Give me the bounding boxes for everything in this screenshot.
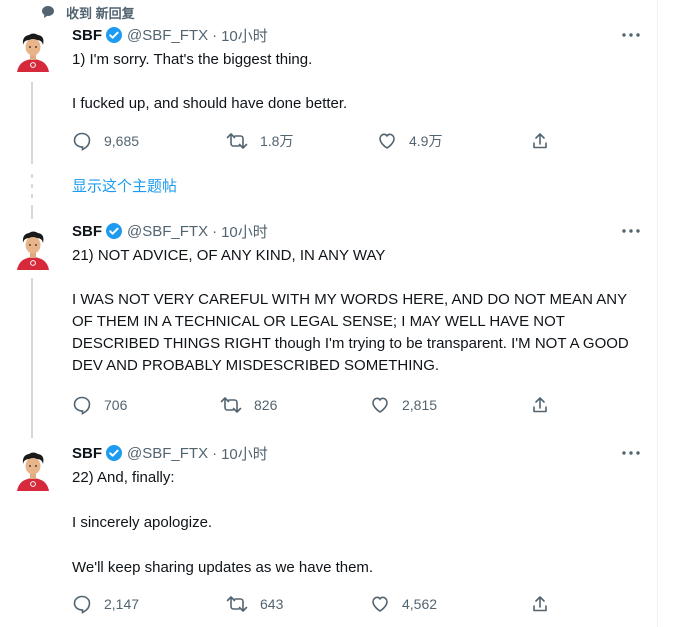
separator: · (212, 222, 218, 240)
verified-badge-icon (105, 222, 123, 240)
author-handle[interactable]: @SBF_FTX (127, 445, 208, 462)
timestamp[interactable]: 10小时 (221, 25, 268, 46)
reply-icon (73, 132, 91, 151)
thread-line (31, 205, 33, 219)
thread-line (31, 278, 33, 438)
like-button[interactable]: 2,815 (370, 395, 437, 415)
tweet-paragraph: I WAS NOT VERY CAREFUL WITH MY WORDS HER… (72, 291, 629, 374)
verified-badge-icon (105, 26, 123, 44)
tweet-paragraph: We'll keep sharing updates as we have th… (72, 559, 374, 576)
tweet-paragraph: 22) And, finally: (72, 469, 175, 486)
reply-count: 9,685 (104, 133, 140, 149)
tweet-paragraph: I fucked up, and should have done better… (72, 95, 348, 112)
retweet-icon (220, 397, 242, 413)
like-count: 2,815 (402, 397, 438, 413)
reply-icon (73, 396, 91, 415)
retweet-button[interactable]: 643 (226, 594, 283, 614)
thread-gap-dot (31, 174, 33, 178)
like-button[interactable]: 4,562 (370, 594, 437, 614)
reply-context: 收到 新回复 (40, 2, 135, 22)
tweet-text: 1) I'm sorry. That's the biggest thing. … (72, 49, 642, 115)
more-options-icon[interactable] (620, 25, 642, 45)
avatar[interactable] (15, 451, 51, 491)
like-count: 4,562 (402, 596, 438, 612)
heart-icon (379, 133, 395, 149)
tweet-text: 22) And, finally: I sincerely apologize.… (72, 467, 642, 579)
reply-icon (73, 595, 91, 614)
verified-badge-icon (105, 444, 123, 462)
share-icon[interactable] (530, 594, 550, 614)
author-name[interactable]: SBF (72, 223, 102, 240)
separator: · (212, 444, 218, 462)
avatar[interactable] (15, 230, 51, 270)
like-count: 4.9万 (409, 133, 443, 149)
more-options-icon[interactable] (620, 221, 642, 241)
thread-gap-dot (31, 184, 33, 188)
retweet-icon (226, 596, 248, 612)
tweet-paragraph: 1) I'm sorry. That's the biggest thing. (72, 51, 313, 68)
retweet-icon (226, 133, 248, 149)
timestamp[interactable]: 10小时 (221, 221, 268, 242)
retweet-count: 643 (260, 596, 284, 612)
like-button[interactable]: 4.9万 (377, 131, 442, 151)
author-handle[interactable]: @SBF_FTX (127, 27, 208, 44)
reply-context-label: 收到 新回复 (66, 5, 135, 21)
retweet-count: 826 (254, 397, 278, 413)
reply-count: 706 (104, 397, 128, 413)
tweet-header: SBF @SBF_FTX · 10小时 (72, 221, 268, 241)
reply-button[interactable]: 2,147 (72, 594, 139, 614)
author-name[interactable]: SBF (72, 445, 102, 462)
author-name[interactable]: SBF (72, 27, 102, 44)
tweet-header: SBF @SBF_FTX · 10小时 (72, 25, 268, 45)
more-options-icon[interactable] (620, 443, 642, 463)
share-icon[interactable] (530, 131, 550, 151)
tweet-paragraph: 21) NOT ADVICE, OF ANY KIND, IN ANY WAY (72, 247, 386, 264)
heart-icon (372, 596, 388, 612)
author-handle[interactable]: @SBF_FTX (127, 223, 208, 240)
tweet-header: SBF @SBF_FTX · 10小时 (72, 443, 268, 463)
thread-gap-dot (31, 194, 33, 198)
retweet-button[interactable]: 826 (220, 395, 277, 415)
show-thread-link[interactable]: 显示这个主题帖 (72, 175, 177, 196)
timestamp[interactable]: 10小时 (221, 443, 268, 464)
tweet-text: 21) NOT ADVICE, OF ANY KIND, IN ANY WAY … (72, 245, 642, 377)
retweet-button[interactable]: 1.8万 (226, 131, 293, 151)
timeline-border (657, 0, 658, 627)
avatar[interactable] (15, 32, 51, 72)
separator: · (212, 26, 218, 44)
share-icon[interactable] (530, 395, 550, 415)
heart-icon (372, 397, 388, 413)
reply-button[interactable]: 706 (72, 395, 127, 415)
tweet-paragraph: I sincerely apologize. (72, 514, 213, 531)
speech-bubble-icon (40, 4, 56, 20)
reply-count: 2,147 (104, 596, 140, 612)
thread-line (31, 82, 33, 164)
retweet-count: 1.8万 (260, 133, 294, 149)
reply-button[interactable]: 9,685 (72, 131, 139, 151)
